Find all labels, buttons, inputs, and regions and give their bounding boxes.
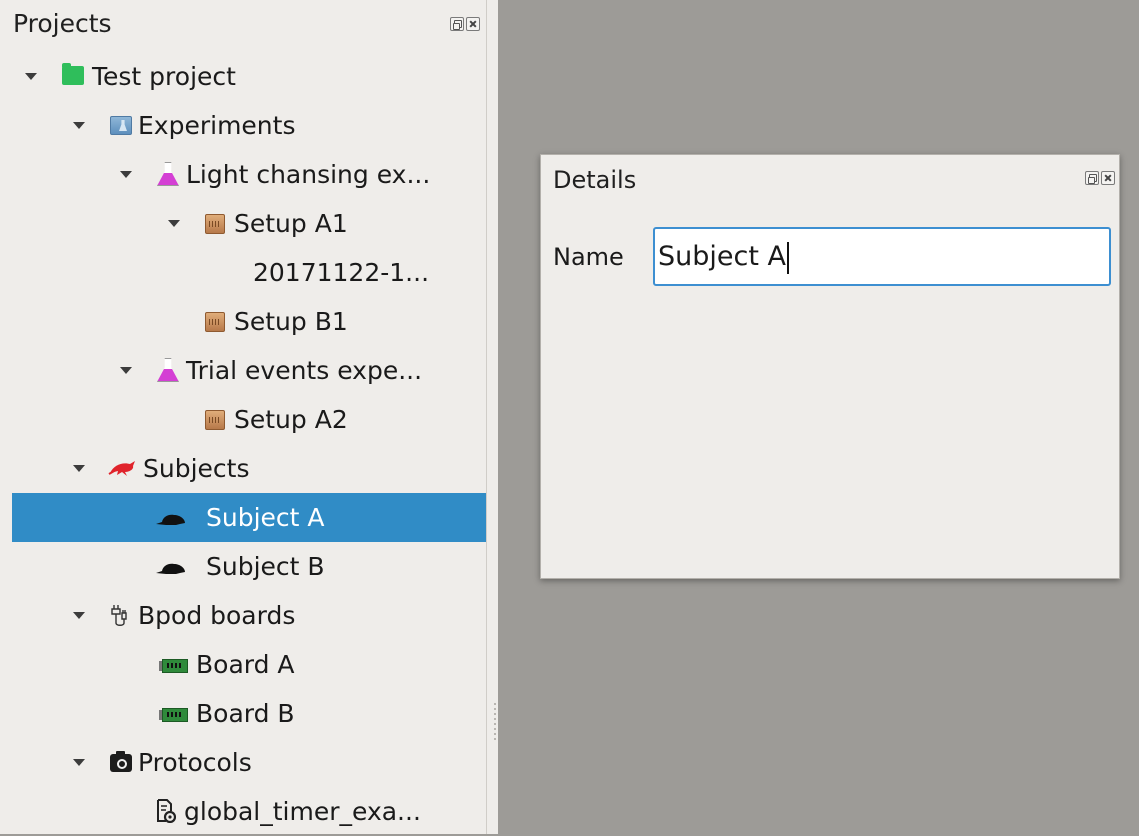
close-dock-icon[interactable] (1101, 171, 1115, 185)
subjects-rat-icon (108, 461, 135, 476)
tree-item-label: Light chansing ex... (186, 160, 431, 189)
details-dock: Details Name Subject A (540, 154, 1120, 579)
projects-dock: Projects Test project Experiments Light … (0, 0, 486, 834)
expand-arrow-icon[interactable] (73, 612, 85, 619)
expand-arrow-icon[interactable] (120, 171, 132, 178)
details-dock-buttons (1085, 171, 1115, 185)
expand-arrow-icon[interactable] (168, 220, 180, 227)
tree-item-subject-b[interactable]: Subject B (12, 542, 486, 591)
tree-item-bpod-boards[interactable]: Bpod boards (12, 591, 486, 640)
tree-item-setup-a2[interactable]: Setup A2 (12, 395, 486, 444)
tree-item-test-project[interactable]: Test project (12, 52, 486, 101)
protocol-file-icon (157, 799, 176, 823)
splitter-grip[interactable] (494, 703, 496, 743)
details-dock-title: Details (553, 166, 637, 194)
tree-item-board-b[interactable]: Board B (12, 689, 486, 738)
expand-arrow-icon[interactable] (120, 367, 132, 374)
tree-item-global-timer-protocol[interactable]: global_timer_exa... (12, 787, 486, 836)
dock-splitter[interactable] (486, 0, 498, 834)
mouse-icon (156, 514, 185, 525)
projects-dock-title: Projects (13, 9, 112, 38)
board-icon (159, 659, 188, 673)
tree-item-label: Setup A2 (234, 405, 348, 434)
tree-item-label: global_timer_exa... (184, 797, 421, 826)
details-dock-header[interactable]: Details (541, 155, 1119, 201)
name-label: Name (553, 243, 624, 271)
tree-item-label: Board B (196, 699, 295, 728)
camera-icon (110, 751, 132, 772)
tree-item-setup-a1[interactable]: Setup A1 (12, 199, 486, 248)
tree-item-label: Protocols (138, 748, 252, 777)
tree-item-session[interactable]: 20171122-1... (12, 248, 486, 297)
float-dock-icon[interactable] (1085, 171, 1099, 185)
experiments-icon (110, 116, 132, 135)
flask-icon (157, 358, 179, 382)
tree-item-label: Trial events expe... (186, 356, 423, 385)
expand-arrow-icon[interactable] (73, 122, 85, 129)
tree-item-setup-b1[interactable]: Setup B1 (12, 297, 486, 346)
setup-icon (205, 312, 225, 332)
board-icon (159, 708, 188, 722)
expand-arrow-icon[interactable] (73, 465, 85, 472)
text-caret (787, 241, 789, 274)
tree-item-subject-a[interactable]: Subject A (12, 493, 486, 542)
projects-dock-buttons (450, 17, 480, 31)
expand-arrow-icon[interactable] (25, 73, 37, 80)
tree-item-label: Subject A (206, 503, 325, 532)
tree-item-subjects[interactable]: Subjects (12, 444, 486, 493)
tree-item-experiments[interactable]: Experiments (12, 101, 486, 150)
tree-item-label: Board A (196, 650, 295, 679)
mouse-icon (156, 563, 185, 574)
tree-item-light-chansing-experiment[interactable]: Light chansing ex... (12, 150, 486, 199)
tree-item-protocols[interactable]: Protocols (12, 738, 486, 787)
tree-item-label: Setup A1 (234, 209, 348, 238)
tree-item-label: Bpod boards (138, 601, 296, 630)
name-field-value: Subject A (658, 241, 786, 272)
tree-item-label: Test project (92, 62, 236, 91)
flask-icon (157, 162, 179, 186)
tree-item-label: Experiments (138, 111, 296, 140)
close-dock-icon[interactable] (466, 17, 480, 31)
tree-item-label: Subjects (143, 454, 250, 483)
setup-icon (205, 214, 225, 234)
float-dock-icon[interactable] (450, 17, 464, 31)
tree-item-label: 20171122-1... (253, 258, 430, 287)
project-folder-icon (62, 63, 84, 85)
tree-item-board-a[interactable]: Board A (12, 640, 486, 689)
tree-item-trial-events-experiment[interactable]: Trial events expe... (12, 346, 486, 395)
name-field[interactable]: Subject A (653, 227, 1111, 286)
expand-arrow-icon[interactable] (73, 759, 85, 766)
tree-item-label: Setup B1 (234, 307, 348, 336)
tree-item-label: Subject B (206, 552, 325, 581)
setup-icon (205, 410, 225, 430)
projects-dock-header[interactable]: Projects (0, 0, 486, 46)
plug-icon (111, 605, 127, 626)
